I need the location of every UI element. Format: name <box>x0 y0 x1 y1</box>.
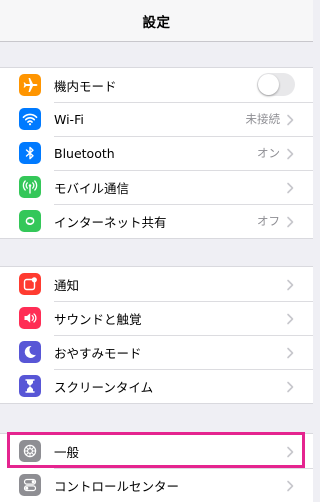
control-center-row[interactable]: コントロールセンター <box>0 468 313 502</box>
personal-hotspot-icon <box>19 210 41 232</box>
navigation-bar: 設定 <box>0 0 313 42</box>
wifi-icon <box>19 108 41 130</box>
personal-hotspot-row[interactable]: インターネット共有 オフ <box>0 204 313 238</box>
airplane-mode-toggle[interactable] <box>257 73 295 96</box>
chevron-right-icon <box>287 480 294 492</box>
page-title: 設定 <box>142 14 171 31</box>
settings-group-attention: 通知 サウンドと触覚 おやすみモード スクリーンタイム <box>0 266 313 404</box>
chevron-right-icon <box>287 114 294 126</box>
chevron-right-icon <box>287 347 294 359</box>
cellular-antenna-icon <box>19 176 41 198</box>
personal-hotspot-label: インターネット共有 <box>54 214 167 230</box>
chevron-right-icon <box>287 381 294 393</box>
bluetooth-icon <box>19 142 41 164</box>
settings-group-connectivity: 機内モード Wi-Fi 未接続 Bluetooth オン モバイル通信 インター… <box>0 67 313 239</box>
screen-time-row[interactable]: スクリーンタイム <box>0 369 313 403</box>
hourglass-icon <box>19 375 41 397</box>
do-not-disturb-label: おやすみモード <box>54 345 142 361</box>
chevron-right-icon <box>287 279 294 291</box>
do-not-disturb-row[interactable]: おやすみモード <box>0 335 313 369</box>
chevron-right-icon <box>287 148 294 160</box>
notifications-label: 通知 <box>54 277 80 293</box>
chevron-right-icon <box>287 313 294 325</box>
toggle-knob <box>258 74 279 95</box>
mobile-data-row[interactable]: モバイル通信 <box>0 170 313 204</box>
general-label: 一般 <box>54 444 80 460</box>
bluetooth-status-value: オン <box>257 146 280 160</box>
moon-icon <box>19 341 41 363</box>
wifi-label: Wi-Fi <box>54 111 84 127</box>
personal-hotspot-status-value: オフ <box>257 214 280 228</box>
notifications-row[interactable]: 通知 <box>0 267 313 301</box>
airplane-icon <box>19 74 41 96</box>
sounds-haptics-row[interactable]: サウンドと触覚 <box>0 301 313 335</box>
mobile-data-label: モバイル通信 <box>54 180 130 196</box>
airplane-mode-row: 機内モード <box>0 68 313 102</box>
gear-icon <box>19 440 41 462</box>
chevron-right-icon <box>287 182 294 194</box>
screen-time-label: スクリーンタイム <box>54 379 154 395</box>
notifications-icon <box>19 273 41 295</box>
speaker-icon <box>19 307 41 329</box>
sounds-haptics-label: サウンドと触覚 <box>54 311 142 327</box>
bluetooth-row[interactable]: Bluetooth オン <box>0 136 313 170</box>
chevron-right-icon <box>287 216 294 228</box>
wifi-status-value: 未接続 <box>245 112 281 126</box>
chevron-right-icon <box>287 446 294 458</box>
bluetooth-label: Bluetooth <box>54 145 115 161</box>
general-row[interactable]: 一般 <box>0 434 313 468</box>
airplane-mode-label: 機内モード <box>54 78 117 94</box>
toggles-icon <box>19 474 41 496</box>
wifi-row[interactable]: Wi-Fi 未接続 <box>0 102 313 136</box>
